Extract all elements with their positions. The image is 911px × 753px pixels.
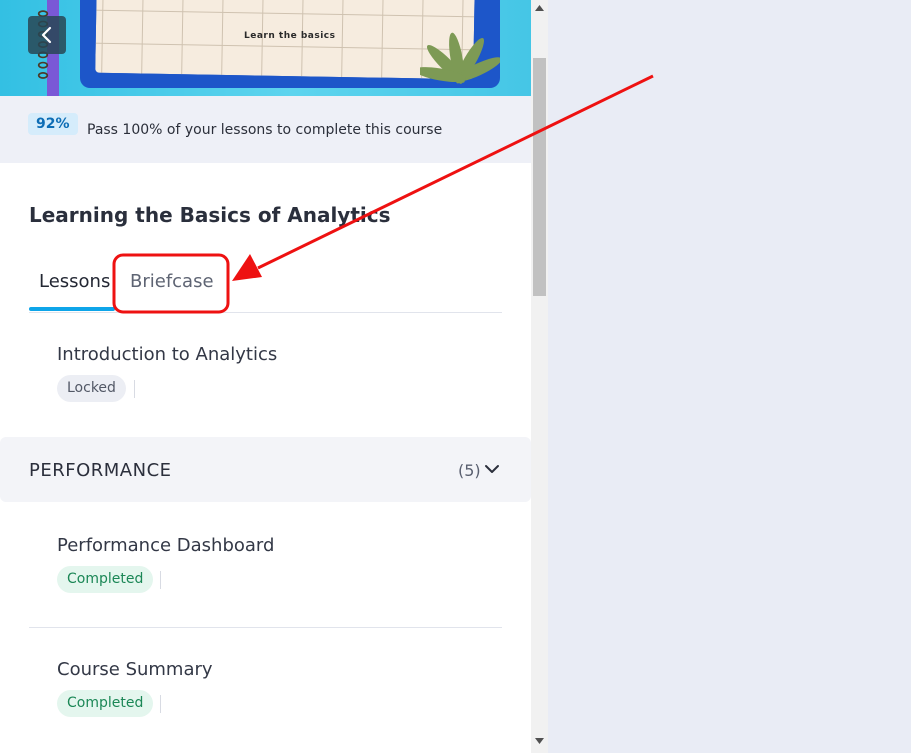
badge-divider [134,380,135,398]
page: Learn the basics 92% Pass 100% of your l… [0,0,911,753]
course-title: Learning the Basics of Analytics [29,203,391,227]
badge-divider [160,571,161,589]
active-tab-indicator [29,307,115,311]
course-tabs: Lessons Briefcase [29,262,502,313]
badge-divider [160,695,161,713]
chevron-left-icon [41,26,52,44]
progress-band: 92% Pass 100% of your lessons to complet… [0,96,531,163]
progress-percent-badge: 92% [28,113,78,135]
lesson-title: Performance Dashboard [57,535,275,556]
status-badge: Completed [57,566,154,593]
scrollbar-thumb[interactable] [533,58,546,296]
lesson-title: Introduction to Analytics [57,344,278,365]
status-badge: Locked [57,375,126,402]
chevron-down-icon [485,465,499,473]
hero-caption: Learn the basics [244,31,336,41]
course-panel: Learn the basics 92% Pass 100% of your l… [0,0,531,753]
leaf-illustration-icon [420,32,500,84]
section-title: PERFORMANCE [29,460,172,481]
empty-right-area [548,0,911,753]
scroll-down-arrow-icon[interactable] [535,738,544,744]
course-hero-banner: Learn the basics [0,0,531,96]
status-badge: Completed [57,690,154,717]
lesson-title: Course Summary [57,659,213,680]
tab-lessons[interactable]: Lessons [39,271,110,292]
section-count: (5) [458,461,481,480]
lesson-divider [29,627,502,628]
back-button[interactable] [28,16,66,54]
progress-message: Pass 100% of your lessons to complete th… [87,122,443,138]
vertical-scrollbar[interactable] [531,0,548,753]
tab-briefcase[interactable]: Briefcase [130,271,214,292]
scroll-up-arrow-icon[interactable] [535,5,544,11]
section-header-performance[interactable]: PERFORMANCE (5) [0,437,531,502]
